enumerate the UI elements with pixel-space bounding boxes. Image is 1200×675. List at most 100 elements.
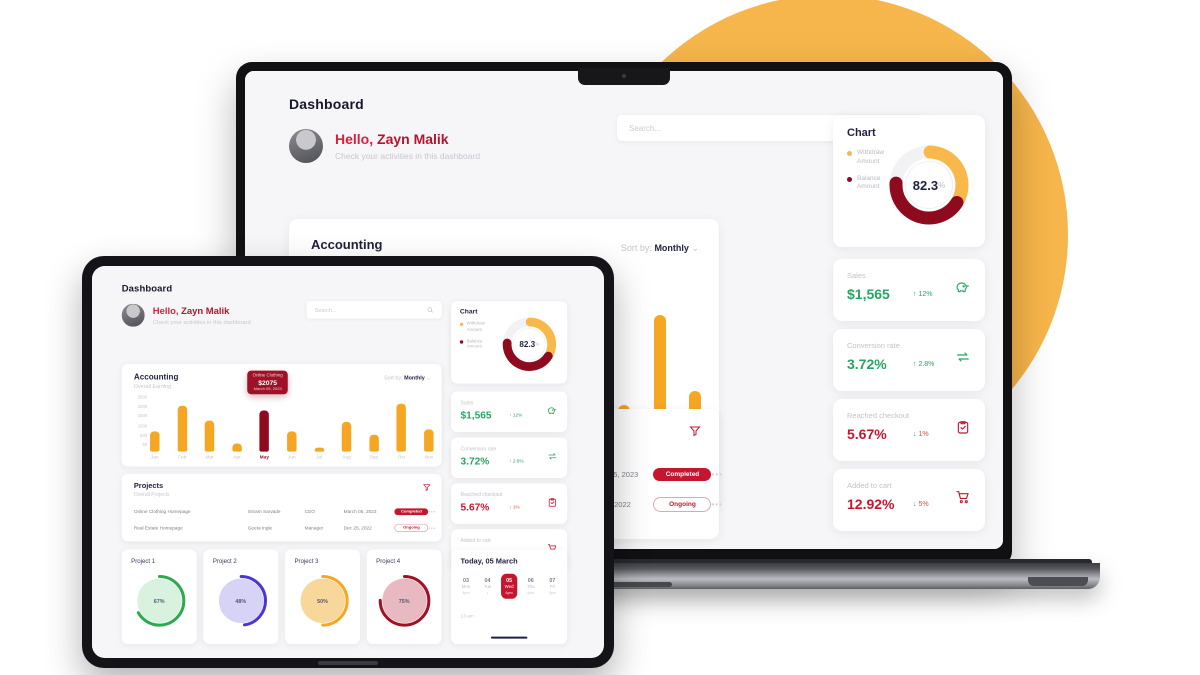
- bar[interactable]: [259, 410, 270, 452]
- bar-label: Feb: [178, 455, 187, 460]
- arrow-up-icon: ↑: [913, 361, 917, 368]
- exchange-icon: [548, 453, 557, 460]
- more-options-icon[interactable]: •••: [711, 500, 722, 509]
- chart-card: Chart Withdraw Amount Balance Amount 82.3…: [833, 115, 985, 247]
- calendar-day[interactable]: 04 Tue •: [479, 574, 495, 599]
- bar-label: May: [259, 455, 269, 460]
- piggy-bank-icon: [956, 282, 969, 293]
- bar[interactable]: [396, 403, 407, 452]
- stat-card-reached-checkout[interactable]: Reached checkout 5.67% ↓ 1%: [833, 399, 985, 461]
- stat-value: 3.72%: [460, 455, 490, 468]
- status-badge[interactable]: Ongoing: [653, 496, 712, 512]
- greeting-prefix-tablet: Hello,: [152, 305, 179, 316]
- stat-label: Sales: [460, 399, 474, 406]
- chart-title: Chart: [847, 127, 876, 139]
- bar-column: Feb: [177, 395, 187, 460]
- tooltip-date-tablet: March 05, 2023: [253, 387, 282, 392]
- status-badge[interactable]: Completed: [394, 508, 429, 516]
- stat-delta: ↑ 2.8%: [913, 361, 934, 368]
- project-card-title: Project 2: [212, 557, 237, 565]
- calendar-day-sub: 4pm: [462, 591, 470, 596]
- stat-value: 5.67%: [460, 501, 490, 514]
- accounting-title-tablet: Accounting: [133, 371, 179, 382]
- tablet-device: Dashboard Hello, Zayn Malik Check your a…: [82, 256, 614, 668]
- status-badge[interactable]: Completed: [653, 467, 712, 481]
- calendar-day[interactable]: 03 Mon 4pm: [458, 574, 474, 599]
- y-tick-label: 500: [140, 433, 148, 438]
- project-card[interactable]: Project 3 50%: [285, 549, 360, 644]
- stat-delta: ↑ 2.8%: [509, 459, 523, 464]
- status-badge[interactable]: Ongoing: [394, 523, 429, 532]
- arrow-up-icon: ↑: [509, 413, 512, 418]
- donut-center-value-tablet: 82.3: [519, 339, 536, 350]
- bar[interactable]: [341, 421, 352, 452]
- chart-title-tablet: Chart: [459, 307, 478, 316]
- donut-center-label-tablet: 82.3 %: [513, 328, 546, 361]
- calendar-day[interactable]: 06 Thu 4pm: [523, 574, 539, 599]
- calendar-day-sub: 4pm: [548, 591, 556, 596]
- user-name-tablet: Zayn Malik: [181, 305, 230, 316]
- bar-column: Oct: [396, 395, 407, 460]
- sort-by-value: Monthly: [654, 243, 689, 253]
- table-row[interactable]: Online Clothing Homepage Sriram Sarvade CE…: [134, 504, 436, 520]
- chart-legend-item: Withdraw Amount: [459, 321, 496, 333]
- bar-column: Jun: [287, 395, 297, 460]
- calendar-day[interactable]: 07 Fri 4pm: [544, 574, 560, 599]
- stat-delta: ↓ 5%: [913, 501, 929, 508]
- accounting-card-tablet: Accounting Overall Earning Sort by: Mont…: [121, 363, 442, 467]
- legend-color-dot: [459, 339, 464, 344]
- bar-chart-tooltip-tablet: Online Clothing $2075 March 05, 2023: [247, 370, 289, 395]
- greeting-subtitle: Check your activities in this dashboard: [335, 151, 481, 161]
- calendar-day-number: 05: [506, 577, 513, 584]
- calendar-day-weekday: Fri: [549, 584, 555, 590]
- search-input-tablet[interactable]: Search...: [306, 301, 442, 319]
- calendar-day-number: 04: [484, 577, 491, 584]
- stat-card-reached-checkout-tablet[interactable]: Reached checkout 5.67% ↓ 1%: [451, 483, 568, 524]
- legend-label: Balance Amount: [466, 338, 483, 350]
- project-card[interactable]: Project 4 75%: [366, 549, 442, 644]
- stat-delta-value: 12%: [512, 413, 523, 418]
- legend-color-dot: [847, 176, 852, 182]
- bar[interactable]: [314, 447, 324, 452]
- stat-card-sales-tablet[interactable]: Sales $1,565 ↑ 12%: [451, 391, 568, 433]
- more-options-icon[interactable]: •••: [428, 525, 436, 531]
- project-card[interactable]: Project 2 48%: [203, 549, 279, 644]
- stat-card-conversion-rate[interactable]: Conversion rate 3.72% ↑ 2.8%: [833, 329, 985, 391]
- cell-date: Dec 25, 2022: [343, 525, 372, 531]
- stat-delta: ↓ 1%: [913, 431, 929, 438]
- filter-icon-tablet[interactable]: [423, 483, 431, 491]
- more-options-icon[interactable]: •••: [428, 509, 436, 515]
- bar[interactable]: [204, 420, 215, 452]
- bar-label: Aug: [342, 455, 351, 460]
- bar[interactable]: [424, 429, 434, 452]
- y-tick-label: 2000: [137, 404, 148, 410]
- bar[interactable]: [150, 431, 160, 452]
- stat-card-conversion-rate-tablet[interactable]: Conversion rate 3.72% ↑ 2.8%: [451, 437, 568, 478]
- more-options-icon[interactable]: •••: [711, 470, 722, 479]
- stat-card-added-to-cart[interactable]: Added to cart 12.92% ↓ 5%: [833, 469, 985, 531]
- table-row[interactable]: Real Estate Homepage Geeta Ingle Manager De…: [134, 520, 436, 536]
- calendar-day-weekday: Thu: [526, 584, 535, 590]
- calendar-day-sub: 6pm: [505, 591, 513, 596]
- filter-icon[interactable]: [689, 425, 701, 437]
- calendar-day-number: 03: [462, 577, 469, 584]
- calendar-day-selected[interactable]: 05 Wed 6pm: [501, 573, 518, 599]
- bar[interactable]: [287, 431, 297, 452]
- cell-role: CEO: [304, 509, 315, 515]
- bar-column: Nov: [424, 395, 434, 460]
- y-tick-label: 2500: [137, 394, 148, 400]
- project-card[interactable]: Project 1 67%: [121, 549, 197, 644]
- piggy-bank-icon: [547, 407, 557, 414]
- stat-card-sales[interactable]: Sales $1,565 ↑ 12%: [833, 259, 985, 321]
- sort-by-label-tablet: Sort by:: [383, 374, 403, 381]
- sort-by-control-tablet[interactable]: Sort by: Monthly ⌄: [384, 375, 431, 381]
- stat-label: Added to cart: [460, 537, 491, 544]
- stat-delta-value: 2.8%: [918, 361, 935, 368]
- project-card-title: Project 1: [131, 557, 156, 565]
- tooltip-label-tablet: Online Clothing: [252, 373, 283, 379]
- sort-by-control[interactable]: Sort by: Monthly ⌄: [621, 243, 699, 254]
- bar[interactable]: [369, 434, 379, 452]
- stat-value: 5.67%: [847, 426, 887, 442]
- bar[interactable]: [232, 443, 242, 452]
- bar[interactable]: [177, 405, 187, 452]
